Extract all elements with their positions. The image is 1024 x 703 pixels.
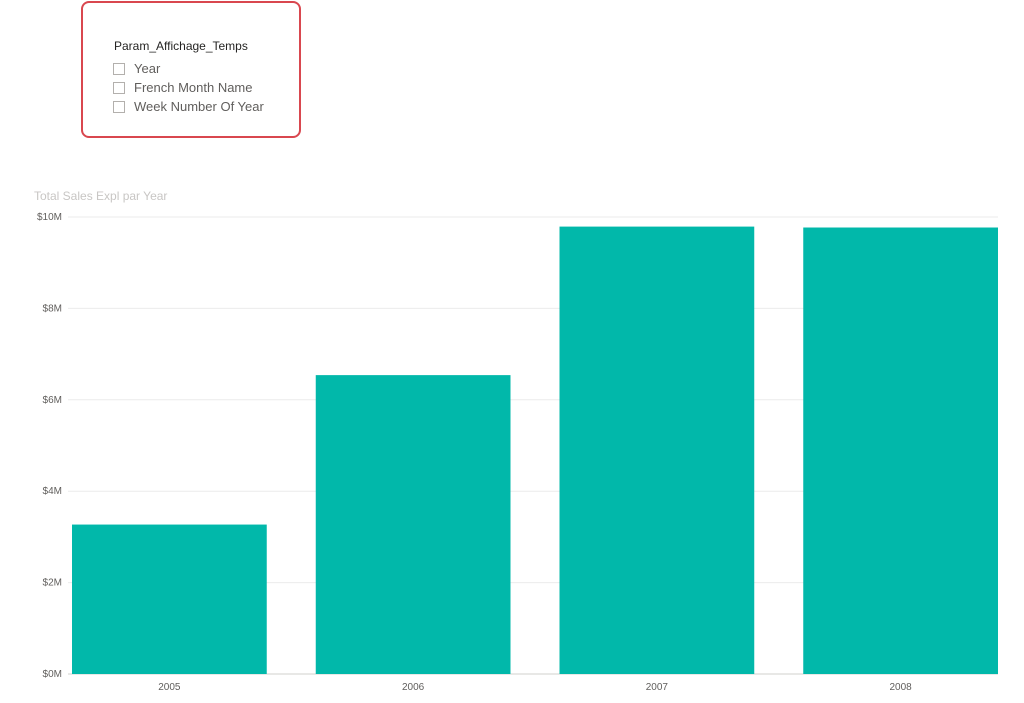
checkbox-french-month-name[interactable]: [113, 81, 125, 94]
x-tick-label: 2005: [158, 682, 181, 693]
slicer-item-week-number-of-year[interactable]: Week Number Of Year: [113, 97, 264, 116]
bar-2006[interactable]: [315, 375, 511, 674]
bar-2008[interactable]: [803, 227, 998, 675]
slicer-title: Param_Affichage_Temps: [114, 39, 248, 53]
slicer-param-affichage-temps: Param_Affichage_Temps Year French Month …: [81, 1, 301, 138]
bar-2005[interactable]: [72, 524, 267, 674]
x-tick-label: 2008: [890, 682, 913, 693]
slicer-item-label: Year: [134, 61, 161, 76]
y-tick-label: $0M: [43, 669, 62, 680]
bar-2007[interactable]: [559, 226, 755, 675]
checkbox-year[interactable]: [113, 62, 125, 75]
slicer-item-year[interactable]: Year: [113, 59, 264, 78]
y-axis: $0M $2M $4M $6M $8M $10M: [37, 212, 62, 680]
slicer-item-label: French Month Name: [134, 80, 253, 95]
y-tick-label: $6M: [43, 395, 62, 406]
x-tick-label: 2007: [646, 682, 669, 693]
y-tick-label: $8M: [43, 303, 62, 314]
y-tick-label: $10M: [37, 212, 62, 223]
bars: [72, 226, 998, 675]
checkbox-week-number-of-year[interactable]: [113, 100, 125, 113]
x-axis: 2005 2006 2007 2008: [158, 682, 912, 693]
slicer-item-label: Week Number Of Year: [134, 99, 264, 114]
slicer-item-french-month-name[interactable]: French Month Name: [113, 78, 264, 97]
y-tick-label: $4M: [43, 486, 62, 497]
y-tick-label: $2M: [43, 578, 62, 589]
x-tick-label: 2006: [402, 682, 425, 693]
bar-chart: $0M $2M $4M $6M $8M $10M 2005 2006 2007 2008: [37, 212, 998, 693]
slicer-list: Year French Month Name Week Number Of Ye…: [113, 59, 264, 116]
